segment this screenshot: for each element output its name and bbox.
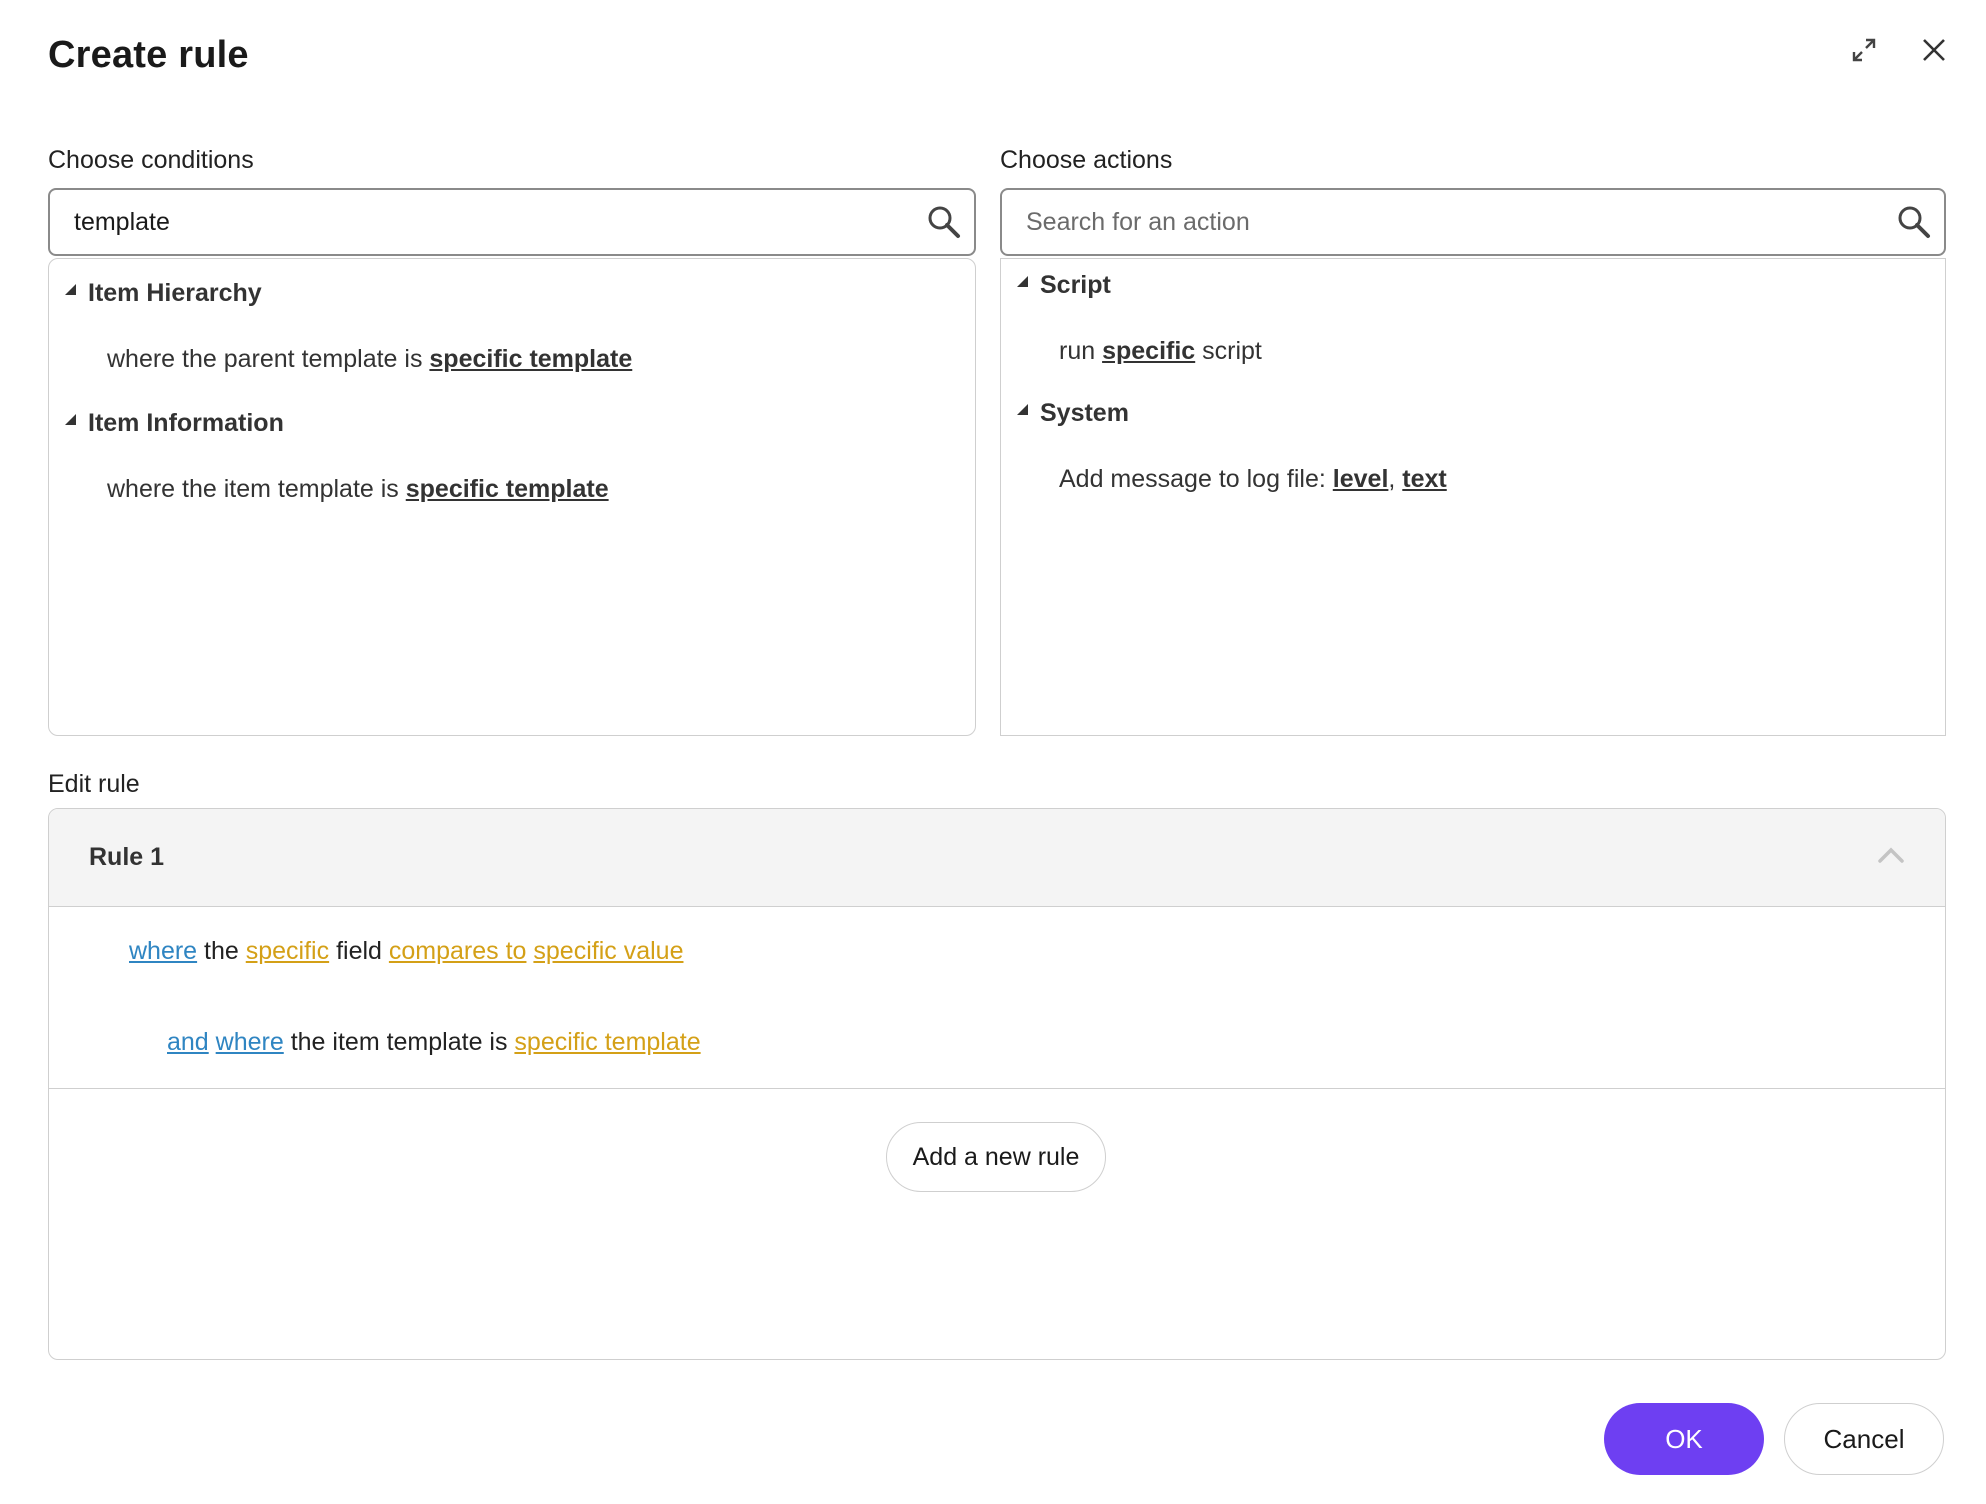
action-item-log-message[interactable]: Add message to log file: level, text <box>1059 465 1447 494</box>
actions-search <box>1000 188 1946 256</box>
rule-editor: Rule 1 where the specific field compares… <box>48 808 1946 1360</box>
expand-icon <box>1852 38 1876 62</box>
create-rule-dialog: Create rule Choose conditions Item Hiera… <box>0 0 1986 1504</box>
rule-title: Rule 1 <box>89 843 165 871</box>
group-script[interactable]: Script <box>1017 271 1111 300</box>
group-system[interactable]: System <box>1017 399 1129 428</box>
text-link[interactable]: text <box>1402 465 1446 493</box>
conditions-search <box>48 188 976 256</box>
edit-rule-label: Edit rule <box>48 770 140 798</box>
collapse-triangle-icon <box>65 284 76 295</box>
close-icon <box>1923 39 1945 61</box>
level-link[interactable]: level <box>1333 465 1389 493</box>
conditions-search-input[interactable] <box>74 190 918 254</box>
conditions-label: Choose conditions <box>48 146 254 174</box>
collapse-triangle-icon <box>1017 276 1028 287</box>
collapse-triangle-icon <box>1017 404 1028 415</box>
action-item-run-script[interactable]: run specific script <box>1059 337 1262 366</box>
specific-field-value[interactable]: specific <box>246 937 329 965</box>
where-keyword[interactable]: where <box>129 937 197 965</box>
group-item-information[interactable]: Item Information <box>65 409 284 438</box>
add-new-rule-button[interactable]: Add a new rule <box>886 1122 1106 1192</box>
collapse-triangle-icon <box>65 414 76 425</box>
and-keyword[interactable]: and <box>167 1028 209 1056</box>
rule-line-1: where the specific field compares to spe… <box>129 937 684 965</box>
conditions-list: Item Hierarchy where the parent template… <box>48 258 976 736</box>
rule-body: where the specific field compares to spe… <box>49 907 1945 1089</box>
where-keyword[interactable]: where <box>216 1028 284 1056</box>
specific-template-link[interactable]: specific template <box>406 475 609 503</box>
group-item-hierarchy[interactable]: Item Hierarchy <box>65 279 262 308</box>
ok-button[interactable]: OK <box>1604 1403 1764 1475</box>
rule-line-2: and where the item template is specific … <box>167 1028 701 1056</box>
search-icon[interactable] <box>926 204 962 240</box>
specific-value[interactable]: specific value <box>533 937 683 965</box>
actions-search-input[interactable] <box>1026 190 1888 254</box>
actions-list: Script run specific script System Add me… <box>1000 258 1946 736</box>
chevron-up-icon[interactable] <box>1877 845 1905 865</box>
compares-to-operator[interactable]: compares to <box>389 937 527 965</box>
specific-template-link[interactable]: specific template <box>429 345 632 373</box>
specific-template-value[interactable]: specific template <box>514 1028 700 1056</box>
rule-header[interactable]: Rule 1 <box>49 809 1945 907</box>
search-icon[interactable] <box>1896 204 1932 240</box>
expand-button[interactable] <box>1842 28 1886 72</box>
cancel-button[interactable]: Cancel <box>1784 1403 1944 1475</box>
condition-item-item-template[interactable]: where the item template is specific temp… <box>107 475 609 504</box>
dialog-title: Create rule <box>48 34 249 76</box>
specific-link[interactable]: specific <box>1102 337 1195 365</box>
condition-item-parent-template[interactable]: where the parent template is specific te… <box>107 345 632 374</box>
close-button[interactable] <box>1912 28 1956 72</box>
actions-label: Choose actions <box>1000 146 1173 174</box>
